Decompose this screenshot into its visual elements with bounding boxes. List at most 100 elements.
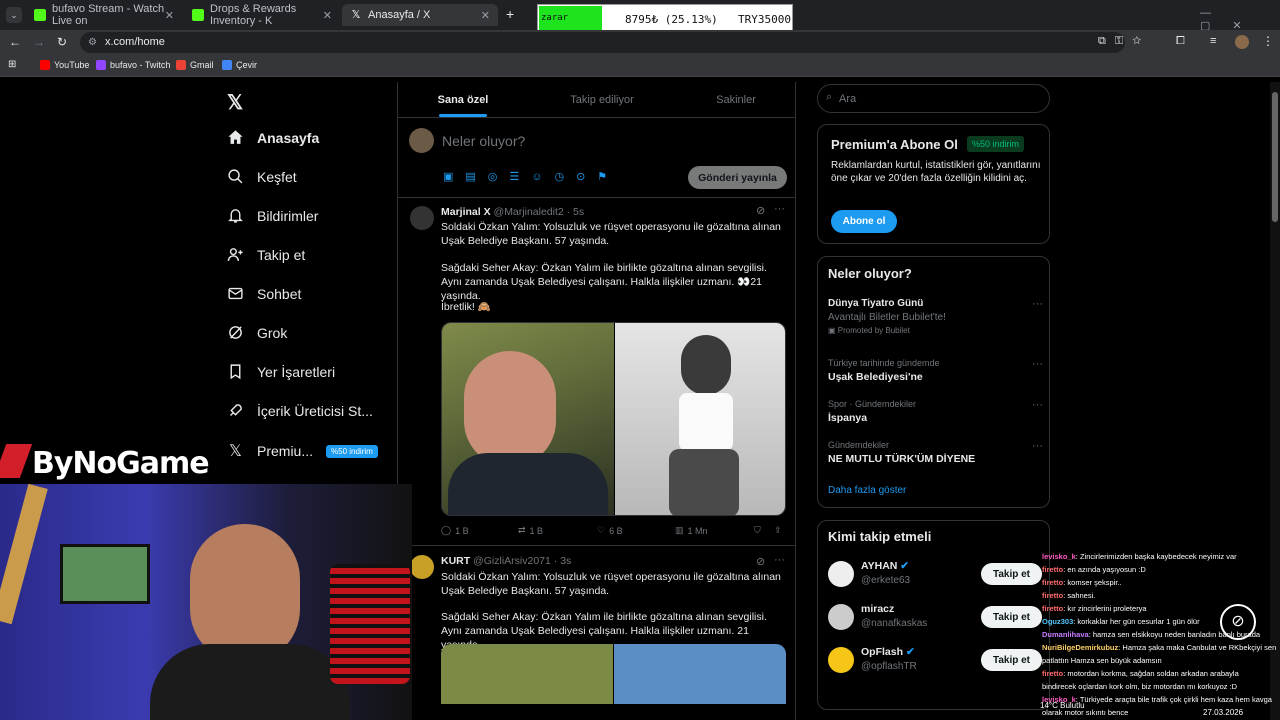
- tweet-author[interactable]: KURT: [441, 555, 470, 567]
- composer-toolbar-icons[interactable]: ▣▤◎☰☺◷⊙⚑: [443, 170, 619, 183]
- tweet-media[interactable]: [441, 322, 786, 516]
- chat-username[interactable]: NuriBilgeDemirkubuz: [1042, 643, 1118, 652]
- profile-avatar[interactable]: [1235, 35, 1249, 49]
- grok-icon[interactable]: ⊘: [756, 555, 765, 568]
- share-icon[interactable]: ⇪: [774, 525, 782, 536]
- like-button[interactable]: ♡ 6 B: [597, 525, 623, 536]
- nav-item-premium[interactable]: 𝕏 Premiu... %50 indirim: [227, 441, 378, 461]
- bookmark-gmail[interactable]: Gmail: [176, 60, 214, 70]
- chat-username[interactable]: firetto: [1042, 591, 1063, 600]
- tab-for-you[interactable]: Sana özel: [398, 82, 528, 117]
- menu-icon[interactable]: ⋮: [1262, 34, 1274, 48]
- more-icon[interactable]: ···: [774, 554, 785, 566]
- browser-tab[interactable]: bufavo Stream - Watch Live on ✕: [26, 3, 182, 27]
- bookmark-translate[interactable]: Çevir: [222, 60, 257, 70]
- tweet-photo-right[interactable]: [615, 323, 785, 515]
- tweet-photo-left[interactable]: [441, 644, 613, 704]
- brand-mark-icon: [0, 444, 33, 478]
- apps-grid-icon[interactable]: ⊞: [8, 59, 16, 70]
- suggested-user[interactable]: AYHAN ✔ @erkete63 Takip et: [828, 559, 1043, 593]
- avatar[interactable]: [410, 555, 434, 579]
- chat-text: : en azında yaşıyosun :D: [1063, 565, 1146, 574]
- tweet-photo-left[interactable]: [442, 323, 614, 515]
- trend-item[interactable]: Türkiye tarihinde gündemde Uşak Belediye…: [828, 358, 1043, 383]
- chat-username[interactable]: Oguz303: [1042, 617, 1073, 626]
- nav-item-follow[interactable]: Takip et: [227, 246, 305, 263]
- media-icon[interactable]: ≡: [1210, 35, 1216, 47]
- grok-icon[interactable]: ⊘: [756, 204, 765, 217]
- nav-item-home[interactable]: Anasayfa: [227, 129, 319, 146]
- more-icon[interactable]: ···: [1032, 358, 1043, 370]
- post-button[interactable]: Gönderi yayınla: [688, 166, 787, 189]
- nav-item-bookmarks[interactable]: Yer İşaretleri: [227, 363, 335, 380]
- chat-username[interactable]: levisko_k: [1042, 552, 1076, 561]
- forward-icon[interactable]: →: [33, 35, 45, 49]
- tweet-photo-right[interactable]: [614, 644, 786, 704]
- subscribe-button[interactable]: Abone ol: [831, 210, 897, 233]
- trends-card: Neler oluyor? Dünya Tiyatro Günü Avantaj…: [817, 256, 1050, 508]
- grok-icon[interactable]: ⊘: [1220, 604, 1256, 640]
- nav-item-notifications[interactable]: Bildirimler: [227, 207, 318, 224]
- browser-tab[interactable]: Drops & Rewards Inventory - K ✕: [184, 3, 340, 27]
- tab-search-button[interactable]: ⌄: [6, 7, 22, 23]
- nav-item-explore[interactable]: Keşfet: [227, 168, 297, 185]
- scrollbar-thumb[interactable]: [1272, 92, 1278, 222]
- avatar[interactable]: [410, 206, 434, 230]
- chat-message: levisko_k: Zincirlerimizden başka kaybed…: [1042, 552, 1237, 562]
- tweet-media[interactable]: [441, 644, 786, 704]
- follow-button[interactable]: Takip et: [981, 649, 1042, 671]
- back-icon[interactable]: ←: [9, 35, 21, 49]
- suggested-user[interactable]: OpFlash ✔ @opflashTR Takip et: [828, 645, 1043, 679]
- address-bar-actions[interactable]: ⧉⚿☆: [1098, 35, 1150, 48]
- url-field[interactable]: ⚙ x.com/home: [80, 32, 1125, 53]
- extensions-icon[interactable]: ⧠: [1176, 35, 1185, 48]
- chat-username[interactable]: firetto: [1042, 604, 1063, 613]
- more-icon[interactable]: ···: [1032, 440, 1043, 452]
- tab-residents[interactable]: Sakinler: [676, 82, 796, 117]
- chat-message: NuriBilgeDemirkubuz: Hamza şaka maka Can…: [1042, 643, 1276, 653]
- views-button[interactable]: ▥ 1 Mn: [675, 525, 708, 536]
- close-icon[interactable]: ✕: [165, 9, 174, 22]
- tab-following[interactable]: Takip ediliyor: [528, 82, 676, 117]
- avatar: [409, 128, 434, 153]
- repost-button[interactable]: ⇄ 1 B: [518, 525, 543, 536]
- bookmark-youtube[interactable]: YouTube: [40, 60, 89, 70]
- chat-text: : motordan korkma, sağdan soldan arkadan…: [1063, 669, 1239, 678]
- reply-button[interactable]: ◯ 1 B: [441, 525, 469, 536]
- close-icon[interactable]: ✕: [481, 9, 490, 22]
- tweet-author[interactable]: Marjinal X: [441, 206, 491, 218]
- trend-item[interactable]: Spor · Gündemdekiler İspanya ···: [828, 399, 1043, 424]
- bookmark-icon: [230, 364, 241, 380]
- follow-button[interactable]: Takip et: [981, 563, 1042, 585]
- suggested-user[interactable]: miracz @nanafkaskas Takip et: [828, 602, 1043, 636]
- composer-input[interactable]: Neler oluyor?: [442, 133, 525, 149]
- chat-message: bindirecek oçlardan kork olm, biz motord…: [1042, 682, 1237, 692]
- chat-username[interactable]: firetto: [1042, 669, 1063, 678]
- nav-item-creator-studio[interactable]: İçerik Üreticisi St...: [227, 402, 373, 419]
- more-icon[interactable]: ···: [774, 203, 785, 215]
- close-icon[interactable]: ✕: [323, 9, 332, 22]
- bookmark-icon[interactable]: ⛉: [754, 525, 761, 536]
- more-icon[interactable]: ···: [1032, 399, 1043, 411]
- nav-item-messages[interactable]: Sohbet: [227, 285, 301, 302]
- site-info-icon[interactable]: ⚙: [88, 32, 97, 53]
- bookmark-twitch[interactable]: bufavo - Twitch: [96, 60, 170, 70]
- trend-item[interactable]: Gündemdekiler NE MUTLU TÜRK'ÜM DİYENE ··…: [828, 440, 1043, 465]
- heart-icon: ♡: [597, 525, 606, 535]
- nav-item-grok[interactable]: Grok: [227, 324, 287, 341]
- brand-text: ByNoGame: [32, 446, 210, 481]
- goal-progress-fill: zarar: [539, 6, 602, 33]
- chat-username[interactable]: Dumanlihava: [1042, 630, 1089, 639]
- reload-icon[interactable]: ↻: [57, 35, 67, 49]
- x-logo-icon[interactable]: 𝕏: [227, 90, 243, 115]
- search-input[interactable]: ⌕ Ara: [817, 84, 1050, 113]
- window-controls[interactable]: —▢✕: [1200, 7, 1280, 32]
- chat-username[interactable]: firetto: [1042, 565, 1063, 574]
- chat-username[interactable]: firetto: [1042, 578, 1063, 587]
- browser-tab-active[interactable]: 𝕏 Anasayfa / X ✕: [342, 4, 498, 26]
- follow-button[interactable]: Takip et: [981, 606, 1042, 628]
- new-tab-button[interactable]: +: [506, 6, 514, 22]
- trend-item[interactable]: Dünya Tiyatro Günü Avantajlı Biletler Bu…: [828, 298, 1043, 335]
- show-more-link[interactable]: Daha fazla göster: [828, 485, 906, 496]
- more-icon[interactable]: ···: [1032, 298, 1043, 310]
